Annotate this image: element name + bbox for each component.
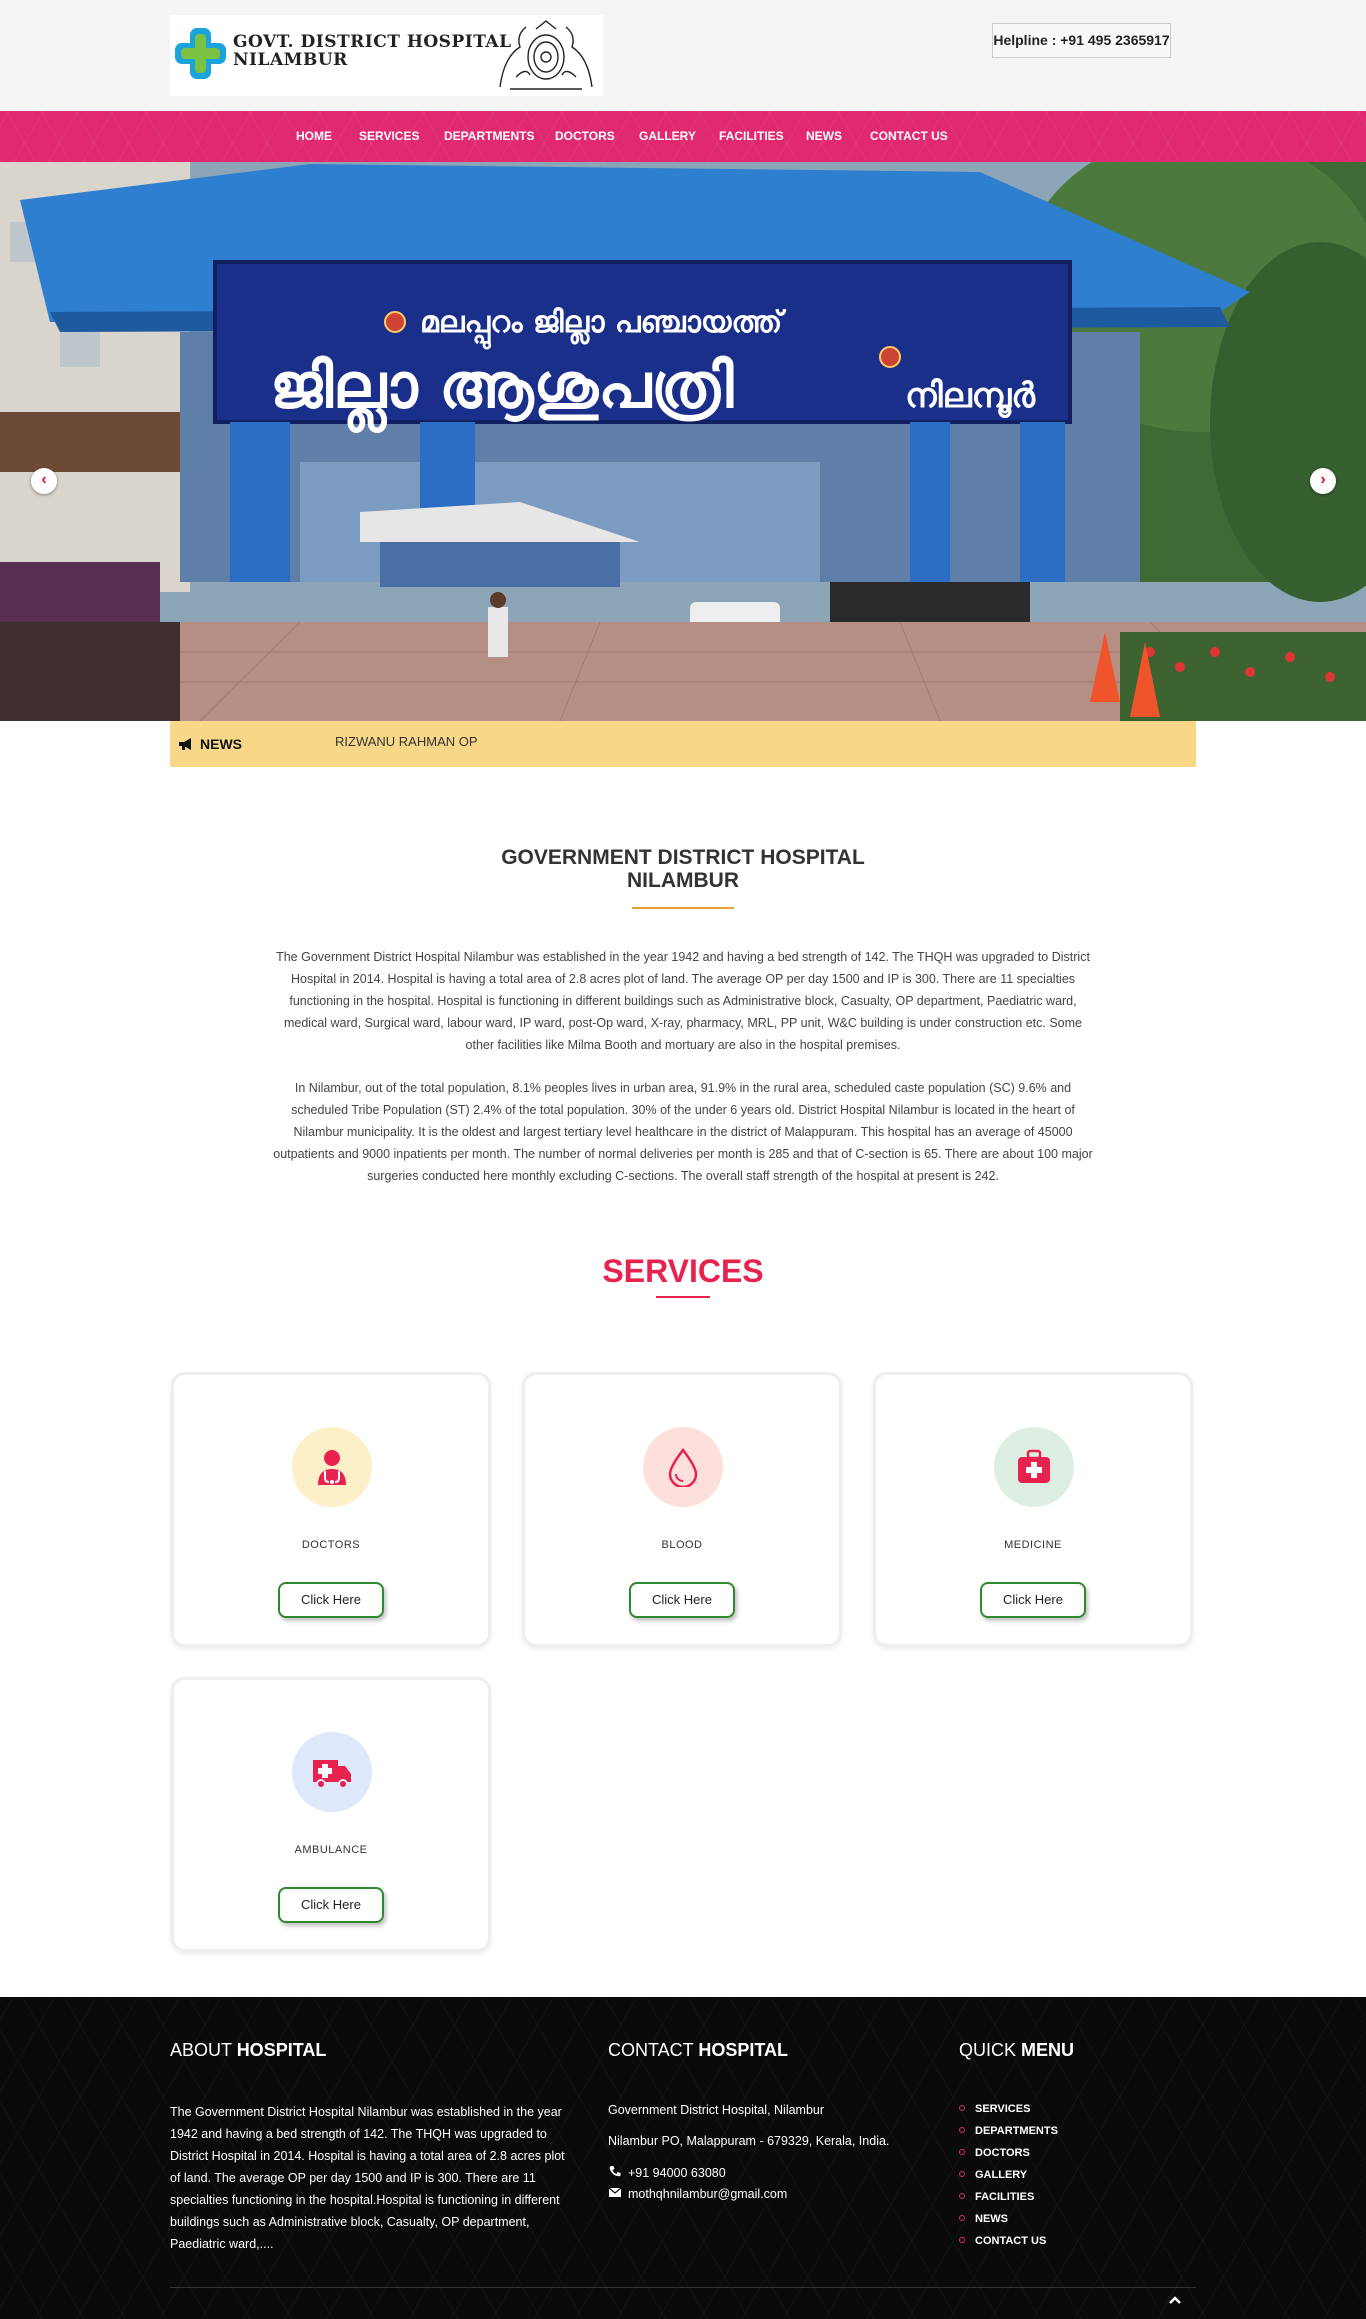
quick-link-label: FACILITIES	[975, 2191, 1035, 2203]
contact-name: Government District Hospital, Nilambur	[608, 2103, 825, 2117]
footer-about-text: The Government District Hospital Nilambu…	[170, 2105, 565, 2251]
about-paragraph-2: In Nilambur, out of the total population…	[273, 1081, 1093, 1183]
services-divider	[656, 1296, 710, 1298]
circle-bullet-icon	[959, 2215, 965, 2221]
service-label: BLOOD	[661, 1539, 703, 1551]
quick-link-label: CONTACT US	[975, 2235, 1047, 2247]
service-card-ambulance: AMBULANCE Click Here	[171, 1677, 491, 1952]
hospital-logo[interactable]: GOVT. DISTRICT HOSPITAL NILAMBUR	[170, 15, 603, 96]
nav-news[interactable]: NEWS	[806, 111, 842, 162]
circle-bullet-icon	[959, 2127, 965, 2133]
blood-click-button[interactable]: Click Here	[629, 1582, 735, 1618]
news-label: NEWS	[178, 721, 242, 767]
heading-light: ABOUT	[170, 2040, 237, 2060]
page-title: GOVERNMENT DISTRICT HOSPITAL NILAMBUR	[433, 846, 933, 892]
hero-slider[interactable]: മലപ്പുറം ജില്ലാ പഞ്ചായത്ത് ജില്ലാ ആശുപത്…	[0, 162, 1366, 721]
banner-line3: നിലമ്പൂർ	[905, 376, 1036, 418]
quick-link-doctors[interactable]: DOCTORS	[959, 2147, 1030, 2159]
ambulance-icon-circle	[292, 1732, 372, 1812]
news-ticker-text[interactable]: RIZWANU RAHMAN OP	[335, 734, 478, 749]
service-card-medicine: MEDICINE Click Here	[873, 1372, 1193, 1647]
medical-cross-icon	[175, 28, 226, 79]
heading-bold: HOSPITAL	[236, 2040, 327, 2060]
medicine-click-button[interactable]: Click Here	[980, 1582, 1086, 1618]
contact-address: Nilambur PO, Malappuram - 679329, Kerala…	[608, 2134, 890, 2148]
nav-departments[interactable]: DEPARTMENTS	[444, 111, 534, 162]
megaphone-icon	[179, 738, 191, 750]
phone-icon	[609, 2166, 621, 2177]
logo-line2: NILAMBUR	[233, 50, 348, 70]
circle-bullet-icon	[959, 2105, 965, 2111]
heading-bold: HOSPITAL	[698, 2040, 789, 2060]
hospital-building-photo: മലപ്പുറം ജില്ലാ പഞ്ചായത്ത് ജില്ലാ ആശുപത്…	[0, 162, 1366, 721]
quick-link-label: DEPARTMENTS	[975, 2125, 1058, 2137]
logo-line1: GOVT. DISTRICT HOSPITAL	[233, 32, 512, 52]
header: GOVT. DISTRICT HOSPITAL NILAMBUR Helplin…	[0, 0, 1366, 111]
medical-kit-icon	[1018, 1449, 1050, 1483]
circle-bullet-icon	[959, 2149, 965, 2155]
circle-bullet-icon	[959, 2193, 965, 2199]
medicine-icon-circle	[994, 1427, 1074, 1507]
doctor-icon	[318, 1450, 346, 1485]
footer-about-heading: ABOUT HOSPITAL	[170, 2040, 326, 2061]
nav-facilities[interactable]: FACILITIES	[719, 111, 784, 162]
quick-link-label: NEWS	[975, 2213, 1008, 2225]
quick-link-news[interactable]: NEWS	[959, 2213, 1008, 2225]
footer-divider	[170, 2287, 1196, 2288]
about-paragraph-1: The Government District Hospital Nilambu…	[276, 950, 1090, 1052]
kerala-emblem-icon	[499, 20, 593, 90]
services-title: SERVICES	[602, 1253, 764, 1289]
service-card-doctors: DOCTORS Click Here	[171, 1372, 491, 1647]
title-divider	[632, 907, 734, 909]
chevron-right-icon[interactable]: ›	[1310, 468, 1336, 494]
footer: ABOUT HOSPITAL The Government District H…	[0, 1997, 1366, 2319]
quick-link-services[interactable]: SERVICES	[959, 2103, 1030, 2115]
quick-link-facilities[interactable]: FACILITIES	[959, 2191, 1034, 2203]
contact-email-text: mothqhnilambur@gmail.com	[628, 2187, 788, 2201]
quick-link-gallery[interactable]: GALLERY	[959, 2169, 1027, 2181]
nav-gallery[interactable]: GALLERY	[639, 111, 696, 162]
service-label: DOCTORS	[301, 1539, 361, 1551]
page-title-line1: GOVERNMENT DISTRICT HOSPITAL	[501, 846, 865, 869]
ambulance-icon	[313, 1760, 351, 1789]
heading-light: CONTACT	[608, 2040, 699, 2060]
quick-link-label: DOCTORS	[975, 2147, 1030, 2159]
blood-drop-icon	[668, 1447, 698, 1487]
doctor-icon-circle	[292, 1427, 372, 1507]
nav-services[interactable]: SERVICES	[359, 111, 419, 162]
logo-text: GOVT. DISTRICT HOSPITAL NILAMBUR	[233, 33, 512, 69]
heading-light: QUICK	[959, 2040, 1022, 2060]
contact-phone-text: +91 94000 63080	[628, 2166, 726, 2180]
quick-link-label: GALLERY	[975, 2169, 1028, 2181]
heading-bold: MENU	[1021, 2040, 1075, 2060]
service-card-blood: BLOOD Click Here	[522, 1372, 842, 1647]
contact-email[interactable]: mothqhnilambur@gmail.com	[608, 2187, 787, 2201]
nav-home[interactable]: HOME	[296, 111, 332, 162]
page-title-line2: NILAMBUR	[627, 869, 739, 892]
quick-link-label: SERVICES	[975, 2103, 1031, 2115]
helpline-number[interactable]: Helpline : +91 495 2365917	[992, 23, 1171, 58]
footer-quick-menu-heading: QUICK MENU	[959, 2040, 1074, 2061]
scroll-to-top-icon[interactable]	[1168, 2293, 1182, 2307]
quick-link-departments[interactable]: DEPARTMENTS	[959, 2125, 1058, 2137]
nav-contact-us[interactable]: CONTACT US	[870, 111, 948, 162]
service-label: MEDICINE	[1004, 1539, 1062, 1551]
news-ticker: NEWS RIZWANU RAHMAN OP	[170, 721, 1196, 767]
ambulance-click-button[interactable]: Click Here	[278, 1887, 384, 1923]
quick-link-contact-us[interactable]: CONTACT US	[959, 2235, 1046, 2247]
main-navigation: HOME SERVICES DEPARTMENTS DOCTORS GALLER…	[0, 111, 1366, 162]
chevron-left-icon[interactable]: ‹	[31, 468, 57, 494]
footer-contact-heading: CONTACT HOSPITAL	[608, 2040, 788, 2061]
nav-doctors[interactable]: DOCTORS	[555, 111, 615, 162]
envelope-icon	[608, 2187, 622, 2197]
contact-phone[interactable]: +91 94000 63080	[608, 2165, 726, 2180]
news-label-text: NEWS	[200, 736, 242, 752]
circle-bullet-icon	[959, 2237, 965, 2243]
blood-icon-circle	[643, 1427, 723, 1507]
service-label: AMBULANCE	[294, 1844, 368, 1856]
doctors-click-button[interactable]: Click Here	[278, 1582, 384, 1618]
circle-bullet-icon	[959, 2171, 965, 2177]
banner-line2: ജില്ലാ ആശുപത്രി	[270, 349, 734, 433]
